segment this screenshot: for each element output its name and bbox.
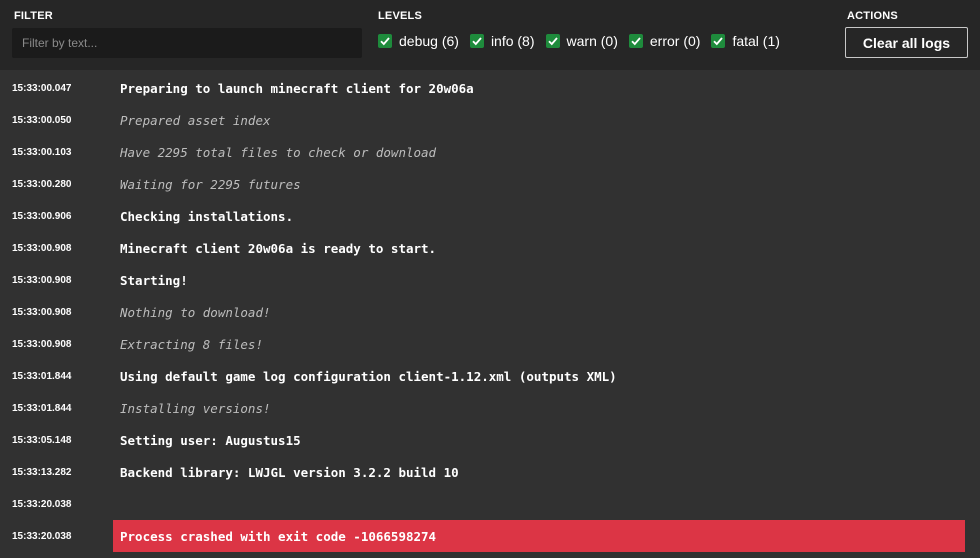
log-timestamp: 15:33:00.908	[12, 275, 72, 286]
log-message: Using default game log configuration cli…	[120, 368, 617, 384]
log-timestamp: 15:33:13.282	[12, 467, 72, 478]
filter-title: FILTER	[14, 10, 53, 22]
log-message: Process crashed with exit code -10665982…	[113, 520, 965, 552]
log-message: Checking installations.	[120, 208, 294, 224]
log-message: Nothing to download!	[120, 304, 271, 320]
log-row: 15:33:00.908 Starting!	[0, 264, 980, 296]
levels-title: LEVELS	[378, 10, 422, 22]
log-message: Have 2295 total files to check or downlo…	[120, 144, 437, 160]
log-timestamp: 15:33:00.908	[12, 307, 72, 318]
log-row: 15:33:00.280 Waiting for 2295 futures	[0, 168, 980, 200]
log-message	[113, 488, 965, 520]
log-message: Backend library: LWJGL version 3.2.2 bui…	[120, 464, 459, 480]
log-timestamp: 15:33:20.038	[12, 499, 72, 510]
log-row: 15:33:00.050 Prepared asset index	[0, 104, 980, 136]
log-row: 15:33:01.844 Installing versions!	[0, 392, 980, 424]
level-toggle-debug[interactable]: debug (6)	[378, 33, 459, 49]
log-row: 15:33:20.038 Process crashed with exit co…	[0, 520, 980, 552]
checkbox-checked-icon[interactable]	[711, 34, 726, 48]
level-toggle-info[interactable]: info (8)	[469, 33, 535, 49]
log-row: 15:33:00.908 Nothing to download!	[0, 296, 980, 328]
checkbox-checked-icon[interactable]	[545, 34, 560, 48]
log-message: Installing versions!	[120, 400, 271, 416]
log-row: 15:33:00.908 Minecraft client 20w06a is r…	[0, 232, 980, 264]
log-message: Waiting for 2295 futures	[120, 176, 301, 192]
level-label-error: error (0)	[649, 33, 701, 49]
log-row: 15:33:00.103 Have 2295 total files to che…	[0, 136, 980, 168]
level-toggle-fatal[interactable]: fatal (1)	[711, 33, 780, 49]
log-message: Extracting 8 files!	[120, 336, 263, 352]
log-row: 15:33:00.908 Extracting 8 files!	[0, 328, 980, 360]
log-timestamp: 15:33:00.280	[12, 179, 72, 190]
log-timestamp: 15:33:01.844	[12, 371, 72, 382]
log-toolbar: FILTER LEVELS debug (6) info (8) warn (0…	[0, 0, 980, 70]
log-row: 15:33:05.148 Setting user: Augustus15	[0, 424, 980, 456]
log-row: 15:33:00.906 Checking installations.	[0, 200, 980, 232]
checkbox-checked-icon[interactable]	[628, 34, 643, 48]
log-message: Prepared asset index	[120, 112, 271, 128]
level-label-info: info (8)	[490, 33, 535, 49]
log-message: Minecraft client 20w06a is ready to star…	[120, 240, 437, 256]
level-toggle-warn[interactable]: warn (0)	[545, 33, 618, 49]
level-label-fatal: fatal (1)	[732, 33, 780, 49]
log-row: 15:33:01.844 Using default game log confi…	[0, 360, 980, 392]
actions-title: ACTIONS	[847, 10, 898, 22]
log-row: 15:33:00.047 Preparing to launch minecraf…	[0, 72, 980, 104]
log-timestamp: 15:33:00.908	[12, 243, 72, 254]
level-toggle-error[interactable]: error (0)	[628, 33, 701, 49]
log-timestamp: 15:33:00.050	[12, 115, 72, 126]
log-timestamp: 15:33:00.906	[12, 211, 72, 222]
log-message: Preparing to launch minecraft client for…	[120, 80, 474, 96]
filter-input[interactable]	[12, 28, 362, 58]
log-timestamp: 15:33:00.908	[12, 339, 72, 350]
log-message: Starting!	[120, 272, 188, 288]
log-timestamp: 15:33:00.103	[12, 147, 72, 158]
checkbox-checked-icon[interactable]	[378, 34, 392, 48]
clear-all-logs-button[interactable]: Clear all logs	[845, 27, 968, 58]
log-timestamp: 15:33:00.047	[12, 83, 72, 94]
log-row: 15:33:20.038	[0, 488, 980, 520]
level-label-warn: warn (0)	[566, 33, 618, 49]
log-timestamp: 15:33:01.844	[12, 403, 72, 414]
log-row: 15:33:13.282 Backend library: LWJGL versi…	[0, 456, 980, 488]
checkbox-checked-icon[interactable]	[469, 34, 484, 48]
log-list[interactable]: 15:33:00.047 Preparing to launch minecraf…	[0, 72, 980, 552]
level-label-debug: debug (6)	[399, 33, 459, 49]
log-timestamp: 15:33:05.148	[12, 435, 72, 446]
level-filters: debug (6) info (8) warn (0) error (0) fa…	[378, 33, 791, 49]
log-message: Setting user: Augustus15	[120, 432, 301, 448]
log-timestamp: 15:33:20.038	[12, 531, 72, 542]
